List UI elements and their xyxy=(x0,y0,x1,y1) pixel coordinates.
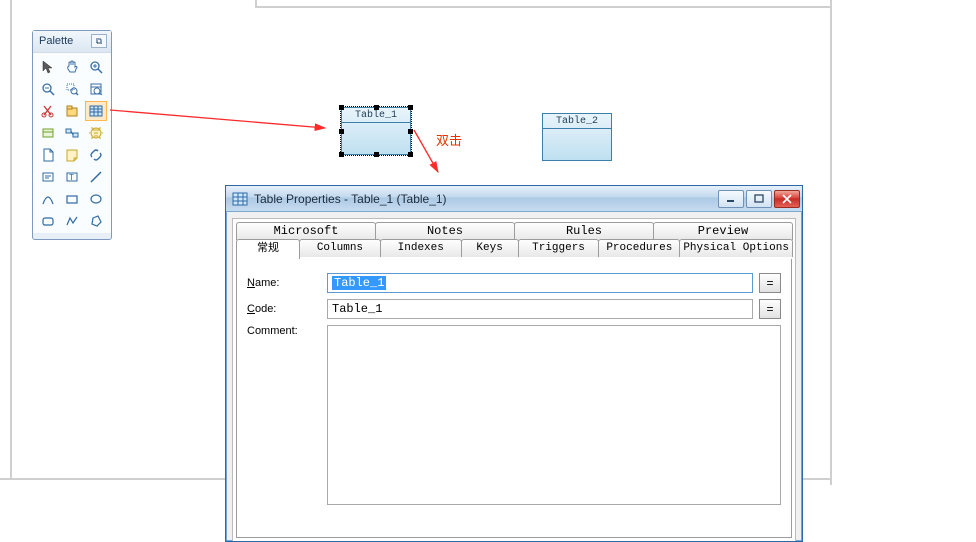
name-label: Name: xyxy=(247,277,321,289)
tab-general[interactable]: 常规 xyxy=(236,239,300,259)
tab-columns[interactable]: Columns xyxy=(299,239,381,257)
minimize-icon xyxy=(726,194,736,204)
tab-notes[interactable]: Notes xyxy=(375,222,515,240)
maximize-button[interactable] xyxy=(746,190,772,208)
maximize-icon xyxy=(754,194,764,204)
cut-tool[interactable] xyxy=(37,101,59,121)
comment-row: Comment: xyxy=(247,325,781,505)
window-titlebar[interactable]: Table Properties - Table_1 (Table_1) xyxy=(226,186,802,212)
zoom-out-tool[interactable] xyxy=(37,79,59,99)
reference-tool[interactable] xyxy=(61,123,83,143)
comment-label: Comment: xyxy=(247,325,321,337)
annotation-double-click: 双击 xyxy=(436,130,462,149)
zoom-in-tool[interactable] xyxy=(85,57,107,77)
tab-keys[interactable]: Keys xyxy=(461,239,519,257)
window-title-text: Table Properties - Table_1 (Table_1) xyxy=(254,192,712,206)
palette-panel[interactable]: Palette ⧉ xyxy=(32,30,112,240)
svg-text:T: T xyxy=(69,173,74,182)
resize-handle[interactable] xyxy=(339,105,344,110)
resize-handle[interactable] xyxy=(339,129,344,134)
window-icon xyxy=(232,191,248,207)
table-properties-window[interactable]: Table Properties - Table_1 (Table_1) Mic… xyxy=(225,185,803,542)
close-button[interactable] xyxy=(774,190,800,208)
minimize-button[interactable] xyxy=(718,190,744,208)
code-label: Code: xyxy=(247,303,321,315)
pointer-tool[interactable] xyxy=(37,57,59,77)
canvas-edge xyxy=(10,0,12,480)
close-icon: ⧉ xyxy=(96,36,102,47)
diagram-table-1-label: Table_1 xyxy=(342,108,410,123)
code-row: Code: Table_1 = xyxy=(247,299,781,319)
table-tool[interactable] xyxy=(85,101,107,121)
name-input[interactable]: Table_1 xyxy=(327,273,753,293)
tab-procedures[interactable]: Procedures xyxy=(598,239,680,257)
tab-preview[interactable]: Preview xyxy=(653,222,793,240)
resize-handle[interactable] xyxy=(408,129,413,134)
close-icon xyxy=(782,194,792,204)
resize-handle[interactable] xyxy=(408,105,413,110)
tab-general-pane: Name: Table_1 = Code: Table_1 = Comment: xyxy=(236,259,792,538)
diagram-table-1[interactable]: Table_1 xyxy=(341,107,411,155)
line-tool[interactable] xyxy=(85,167,107,187)
title-tool[interactable] xyxy=(37,167,59,187)
name-sync-button[interactable]: = xyxy=(759,273,781,293)
tabs-row-top: Microsoft Notes Rules Preview xyxy=(236,222,792,240)
comment-textarea[interactable] xyxy=(327,325,781,505)
text-tool[interactable]: T xyxy=(61,167,83,187)
resize-handle[interactable] xyxy=(339,152,344,157)
tab-physical-options[interactable]: Physical Options xyxy=(679,239,793,257)
view-tool[interactable] xyxy=(37,123,59,143)
tabs-row-bottom: 常规 Columns Indexes Keys Triggers Procedu… xyxy=(236,239,792,259)
tab-rules[interactable]: Rules xyxy=(514,222,654,240)
equals-icon: = xyxy=(766,276,773,290)
canvas-edge xyxy=(257,6,832,8)
code-input-value: Table_1 xyxy=(332,302,382,316)
resize-handle[interactable] xyxy=(374,152,379,157)
code-sync-button[interactable]: = xyxy=(759,299,781,319)
package-tool[interactable] xyxy=(61,101,83,121)
ellipse-tool[interactable] xyxy=(85,189,107,209)
palette-tool-grid: T xyxy=(33,52,111,233)
note-tool[interactable] xyxy=(61,145,83,165)
tab-indexes[interactable]: Indexes xyxy=(380,239,462,257)
link-tool[interactable] xyxy=(85,145,107,165)
procedure-tool[interactable] xyxy=(85,123,107,143)
hand-tool[interactable] xyxy=(61,57,83,77)
palette-title-text: Palette xyxy=(39,35,73,47)
rounded-rectangle-tool[interactable] xyxy=(37,211,59,231)
palette-close-button[interactable]: ⧉ xyxy=(91,34,107,48)
equals-icon: = xyxy=(766,302,773,316)
polyline-tool[interactable] xyxy=(61,211,83,231)
diagram-table-2[interactable]: Table_2 xyxy=(542,113,612,161)
canvas-edge xyxy=(830,0,832,485)
properties-tool[interactable] xyxy=(85,79,107,99)
palette-titlebar[interactable]: Palette ⧉ xyxy=(33,31,111,52)
arc-tool[interactable] xyxy=(37,189,59,209)
zoom-region-tool[interactable] xyxy=(61,79,83,99)
tab-triggers[interactable]: Triggers xyxy=(518,239,600,257)
code-input[interactable]: Table_1 xyxy=(327,299,753,319)
window-buttons xyxy=(718,190,800,208)
file-tool[interactable] xyxy=(37,145,59,165)
name-row: Name: Table_1 = xyxy=(247,273,781,293)
resize-handle[interactable] xyxy=(374,105,379,110)
resize-handle[interactable] xyxy=(408,152,413,157)
polygon-tool[interactable] xyxy=(85,211,107,231)
diagram-table-2-label: Table_2 xyxy=(543,114,611,129)
name-input-value: Table_1 xyxy=(332,276,386,290)
window-body: Microsoft Notes Rules Preview 常规 Columns… xyxy=(232,218,796,541)
rectangle-tool[interactable] xyxy=(61,189,83,209)
tab-microsoft[interactable]: Microsoft xyxy=(236,222,376,240)
